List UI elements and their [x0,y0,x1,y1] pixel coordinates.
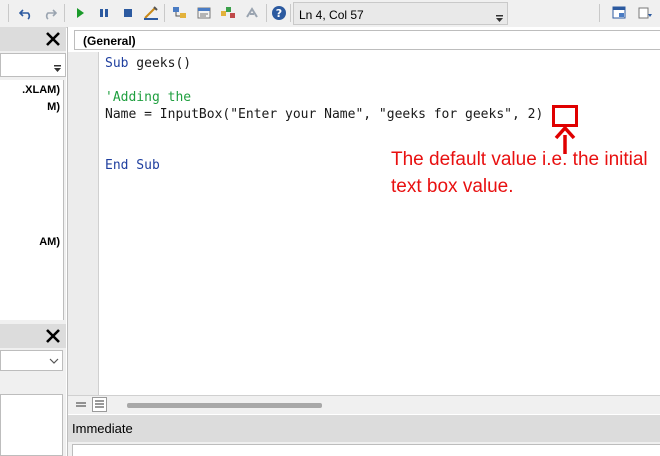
svg-text:?: ? [276,7,282,20]
chevron-down-icon[interactable] [52,56,63,74]
toolbar-separator [8,4,9,22]
close-icon[interactable] [44,30,62,48]
cursor-position-text: Ln 4, Col 57 [299,8,364,22]
keyword: Sub [105,56,129,71]
code-window: (General) Sub geeks() 'Adding the Name =… [67,27,660,415]
pause-icon[interactable] [95,4,113,22]
cursor-position-box: Ln 4, Col 57 [293,2,508,25]
annotation-text: The default value i.e. the initial text … [391,146,660,200]
code-text: geeks() [128,56,192,71]
window-view-icon[interactable] [610,4,628,22]
left-dock: .XLAM) M) AM) [0,27,66,456]
horizontal-scrollbar[interactable] [68,395,660,414]
redo-icon[interactable] [41,4,59,22]
toolbox-icon[interactable] [243,4,261,22]
object-browser-icon[interactable] [219,4,237,22]
annotation-line: text box value. [391,176,514,197]
code-text: Name = InputBox("Enter your Name", "geek… [105,107,520,122]
toolbar-options-icon[interactable] [636,4,654,22]
project-explorer-header [0,27,66,51]
run-icon[interactable] [71,4,89,22]
immediate-window: Immediate [67,415,660,456]
toolbar-overflow-icon[interactable] [494,5,505,24]
immediate-header: Immediate [68,415,660,442]
properties-grid[interactable] [0,394,63,456]
chevron-down-icon[interactable] [49,355,59,365]
project-selector[interactable] [0,53,66,77]
toolbar-separator [164,4,165,22]
tree-item[interactable]: .XLAM) [22,84,60,96]
properties-header [0,324,66,348]
object-selector-value: (General) [83,34,136,48]
tree-item[interactable]: AM) [39,236,60,248]
undo-icon[interactable] [17,4,35,22]
highlight-box [552,105,578,127]
full-module-view-icon[interactable] [92,397,107,412]
object-selector[interactable]: (General) [74,30,660,50]
code-margin[interactable] [68,52,99,395]
immediate-input[interactable] [72,444,660,456]
design-mode-icon[interactable] [142,4,160,22]
scrollbar-thumb[interactable] [127,403,322,408]
toolbar-separator [266,4,267,22]
toolbar-separator [64,4,65,22]
code-line[interactable]: 'Adding the [105,90,191,105]
close-icon[interactable] [44,327,62,345]
help-icon[interactable]: ? [270,4,288,22]
stop-icon[interactable] [119,4,137,22]
project-tree[interactable]: .XLAM) M) AM) [0,80,64,320]
code-line[interactable]: Name = InputBox("Enter your Name", "geek… [105,107,543,122]
code-line[interactable]: Sub geeks() [105,56,191,71]
immediate-title: Immediate [72,421,133,436]
tree-item[interactable]: M) [47,101,60,113]
procedure-view-icon[interactable] [75,399,87,411]
code-text: 2) [519,107,544,122]
annotation-line: The default value i.e. the initial [391,149,648,170]
toolbar-separator [599,4,600,22]
toolbar: ? Ln 4, Col 57 [0,0,660,28]
project-explorer-icon[interactable] [171,4,189,22]
properties-object-selector[interactable] [0,350,63,371]
toolbar-separator [290,4,291,22]
properties-icon[interactable] [195,4,213,22]
code-line[interactable]: End Sub [105,158,160,173]
